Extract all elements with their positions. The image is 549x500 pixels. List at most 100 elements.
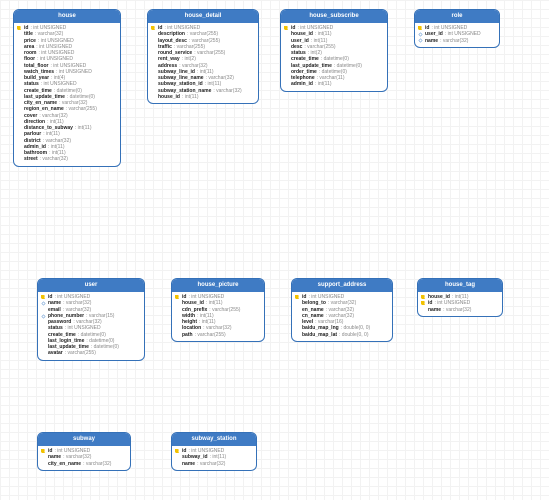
column-name: name xyxy=(428,307,441,313)
table-header[interactable]: house_detail xyxy=(148,10,258,23)
key-icon xyxy=(41,295,46,300)
blank-icon xyxy=(284,57,289,62)
diamond-icon xyxy=(41,301,45,305)
diamond-icon xyxy=(418,32,422,36)
key-icon xyxy=(175,449,180,454)
table-body: id: int UNSIGNEDuser_id: int UNSIGNEDnam… xyxy=(415,23,499,47)
blank-icon xyxy=(17,120,22,125)
table-body: id: int UNSIGNEDtitle: varchar(32)price:… xyxy=(14,23,120,166)
blank-icon xyxy=(17,95,22,100)
blank-icon xyxy=(41,307,46,312)
blank-icon xyxy=(284,32,289,37)
blank-icon xyxy=(41,345,46,350)
column-row[interactable]: baidu_map_lat: double(0, 0) xyxy=(295,332,389,338)
table-body: id: int UNSIGNEDsubway_id: int(11)name: … xyxy=(172,446,256,470)
blank-icon xyxy=(284,82,289,87)
blank-icon xyxy=(284,76,289,81)
blank-icon xyxy=(175,307,180,312)
blank-icon xyxy=(151,63,156,68)
table-header[interactable]: support_address xyxy=(292,279,392,292)
table-house_tag[interactable]: house_taghouse_id: int(11)id: int UNSIGN… xyxy=(417,278,503,317)
column-row[interactable]: name: varchar(32) xyxy=(421,307,499,313)
table-header[interactable]: role xyxy=(415,10,499,23)
blank-icon xyxy=(151,95,156,100)
table-header[interactable]: house_subscribe xyxy=(281,10,387,23)
column-name: admin_id xyxy=(291,81,313,87)
table-header[interactable]: user xyxy=(38,279,144,292)
column-name: street xyxy=(24,156,38,162)
table-subway_station[interactable]: subway_stationid: int UNSIGNEDsubway_id:… xyxy=(171,432,257,471)
blank-icon xyxy=(151,45,156,50)
column-type: : varchar(255) xyxy=(66,106,97,112)
table-role[interactable]: roleid: int UNSIGNEDuser_id: int UNSIGNE… xyxy=(414,9,500,48)
blank-icon xyxy=(295,301,300,306)
table-user[interactable]: userid: int UNSIGNEDname: varchar(32)ema… xyxy=(37,278,145,361)
column-row[interactable]: city_en_name: varchar(32) xyxy=(41,461,127,467)
column-row[interactable]: street: varchar(32) xyxy=(17,156,117,162)
table-house_detail[interactable]: house_detailid: int UNSIGNEDdescription:… xyxy=(147,9,259,104)
table-header[interactable]: house_picture xyxy=(172,279,264,292)
blank-icon xyxy=(17,157,22,162)
blank-icon xyxy=(41,455,46,460)
table-body: id: int UNSIGNEDhouse_id: int(11)cdn_pre… xyxy=(172,292,264,341)
key-icon xyxy=(295,295,300,300)
column-row[interactable]: avatar: varchar(255) xyxy=(41,350,141,356)
blank-icon xyxy=(175,314,180,319)
blank-icon xyxy=(151,82,156,87)
table-header[interactable]: subway_station xyxy=(172,433,256,446)
column-type: : varchar(32) xyxy=(443,307,471,313)
blank-icon xyxy=(284,51,289,56)
column-type: : int(11) xyxy=(315,81,332,87)
table-header[interactable]: house xyxy=(14,10,120,23)
blank-icon xyxy=(151,57,156,62)
column-row[interactable]: name: varchar(32) xyxy=(175,461,253,467)
blank-icon xyxy=(41,351,46,356)
table-body: id: int UNSIGNEDhouse_id: int(11)user_id… xyxy=(281,23,387,91)
blank-icon xyxy=(151,32,156,37)
blank-icon xyxy=(17,51,22,56)
column-row[interactable]: name: varchar(32) xyxy=(418,38,496,44)
table-subway[interactable]: subwayid: int UNSIGNEDname: varchar(32)c… xyxy=(37,432,131,471)
column-row[interactable]: house_id: int(11) xyxy=(151,94,255,100)
column-name: name xyxy=(425,38,438,44)
blank-icon xyxy=(175,320,180,325)
blank-icon xyxy=(41,320,46,325)
blank-icon xyxy=(295,326,300,331)
table-header[interactable]: house_tag xyxy=(418,279,502,292)
blank-icon xyxy=(17,57,22,62)
key-icon xyxy=(17,26,22,31)
table-support_address[interactable]: support_addressid: int UNSIGNEDbelong_to… xyxy=(291,278,393,342)
table-house_subscribe[interactable]: house_subscribeid: int UNSIGNEDhouse_id:… xyxy=(280,9,388,92)
column-row[interactable]: path: varchar(255) xyxy=(175,332,261,338)
blank-icon xyxy=(295,307,300,312)
key-icon xyxy=(421,301,426,306)
blank-icon xyxy=(295,314,300,319)
table-house[interactable]: houseid: int UNSIGNEDtitle: varchar(32)p… xyxy=(13,9,121,167)
key-icon xyxy=(41,449,46,454)
blank-icon xyxy=(175,326,180,331)
blank-icon xyxy=(41,339,46,344)
key-icon xyxy=(421,295,426,300)
column-row[interactable]: admin_id: int(11) xyxy=(284,81,384,87)
column-name: city_en_name xyxy=(48,461,81,467)
table-body: id: int UNSIGNEDbelong_to: varchar(32)en… xyxy=(292,292,392,341)
blank-icon xyxy=(295,320,300,325)
table-header[interactable]: subway xyxy=(38,433,130,446)
blank-icon xyxy=(151,51,156,56)
table-house_picture[interactable]: house_pictureid: int UNSIGNEDhouse_id: i… xyxy=(171,278,265,342)
column-type: : varchar(255) xyxy=(194,50,225,56)
key-icon xyxy=(175,295,180,300)
column-type: : double(0, 0) xyxy=(339,332,368,338)
key-icon xyxy=(418,26,423,31)
blank-icon xyxy=(175,332,180,337)
diagram-canvas[interactable]: houseid: int UNSIGNEDtitle: varchar(32)p… xyxy=(0,0,549,500)
column-type: : varchar(32) xyxy=(440,38,468,44)
table-body: house_id: int(11)id: int UNSIGNEDname: v… xyxy=(418,292,502,316)
blank-icon xyxy=(17,70,22,75)
key-icon xyxy=(284,26,289,31)
column-type: : int(11) xyxy=(75,125,92,131)
table-body: id: int UNSIGNEDname: varchar(32)email: … xyxy=(38,292,144,360)
blank-icon xyxy=(284,38,289,43)
blank-icon xyxy=(17,88,22,93)
blank-icon xyxy=(41,461,46,466)
